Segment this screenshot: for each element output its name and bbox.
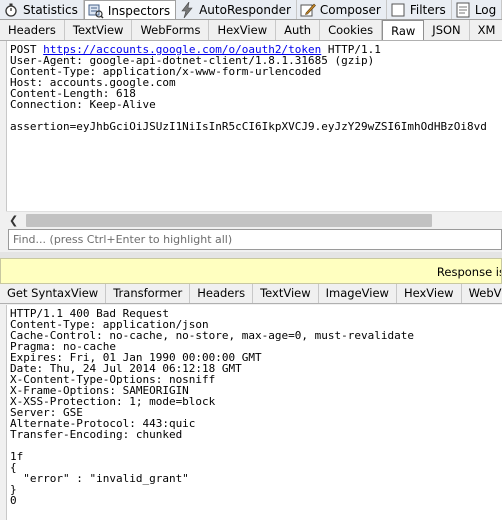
resp-tab-imageview[interactable]: ImageView (319, 284, 397, 303)
req-tab-cookies[interactable]: Cookies (320, 20, 383, 40)
response-line: "error" : "invalid_grant" (10, 472, 189, 485)
response-raw-text: HTTP/1.1 400 Bad Request Content-Type: a… (10, 308, 414, 506)
scroll-left-icon[interactable]: ❮ (9, 214, 18, 227)
resp-tab-textview[interactable]: TextView (253, 284, 319, 303)
tab-statistics[interactable]: Statistics (0, 0, 84, 19)
req-tab-raw[interactable]: Raw (382, 20, 425, 40)
resp-tab-transformer[interactable]: Transformer (106, 284, 191, 303)
req-tab-xml[interactable]: XM (470, 20, 502, 40)
resp-tab-hexview[interactable]: HexView (397, 284, 462, 303)
req-tab-headers[interactable]: Headers (0, 20, 65, 40)
response-tab-strip: Get SyntaxView Transformer Headers TextV… (0, 284, 502, 304)
stopwatch-icon (3, 2, 19, 18)
tab-autoresponder-label: AutoResponder (199, 3, 291, 17)
request-tab-strip: Headers TextView WebForms HexView Auth C… (0, 20, 502, 41)
tab-log-label: Log (474, 3, 497, 17)
inspect-icon (88, 3, 104, 19)
log-icon (455, 2, 471, 18)
lightning-icon (179, 2, 195, 18)
req-tab-auth[interactable]: Auth (276, 20, 321, 40)
tab-composer[interactable]: Composer (297, 0, 387, 19)
resp-tab-webview[interactable]: WebView (462, 284, 502, 303)
request-raw-pane[interactable]: POST https://accounts.google.com/o/oauth… (6, 41, 502, 228)
tab-inspectors[interactable]: Inspectors (83, 0, 177, 19)
request-horizontal-scrollbar[interactable]: ❮ (6, 211, 502, 228)
req-tab-hexview[interactable]: HexView (209, 20, 277, 40)
response-banner-text: Response is (436, 265, 502, 279)
scrollbar-thumb[interactable] (26, 214, 432, 227)
response-line: Transfer-Encoding: chunked (10, 428, 183, 441)
tab-filters[interactable]: Filters (387, 0, 452, 19)
checkbox-icon (390, 2, 406, 18)
response-raw-pane[interactable]: HTTP/1.1 400 Bad Request Content-Type: a… (6, 305, 502, 520)
request-raw-text: POST https://accounts.google.com/o/oauth… (10, 44, 487, 132)
tab-filters-label: Filters (409, 3, 446, 17)
tab-inspectors-label: Inspectors (107, 4, 171, 18)
response-line: 0 (10, 494, 17, 507)
resp-tab-get-syntaxview[interactable]: Get SyntaxView (0, 284, 107, 303)
tab-statistics-label: Statistics (23, 3, 78, 17)
req-tab-json[interactable]: JSON (424, 20, 470, 40)
find-input[interactable]: Find... (press Ctrl+Enter to highlight a… (8, 229, 502, 250)
tab-log[interactable]: Log (452, 0, 502, 19)
request-body: assertion=eyJhbGciOiJSUzI1NiIsInR5cCI6Ik… (10, 120, 487, 133)
response-banner: Response is (0, 258, 502, 284)
request-header-line: Connection: Keep-Alive (10, 98, 156, 111)
composer-icon (300, 2, 316, 18)
resp-tab-headers[interactable]: Headers (190, 284, 254, 303)
req-tab-textview[interactable]: TextView (65, 20, 133, 40)
main-tab-strip: Statistics Inspectors AutoResponder Comp… (0, 0, 502, 20)
req-tab-webforms[interactable]: WebForms (132, 20, 210, 40)
tab-composer-label: Composer (319, 3, 381, 17)
tab-autoresponder[interactable]: AutoResponder (176, 0, 297, 19)
